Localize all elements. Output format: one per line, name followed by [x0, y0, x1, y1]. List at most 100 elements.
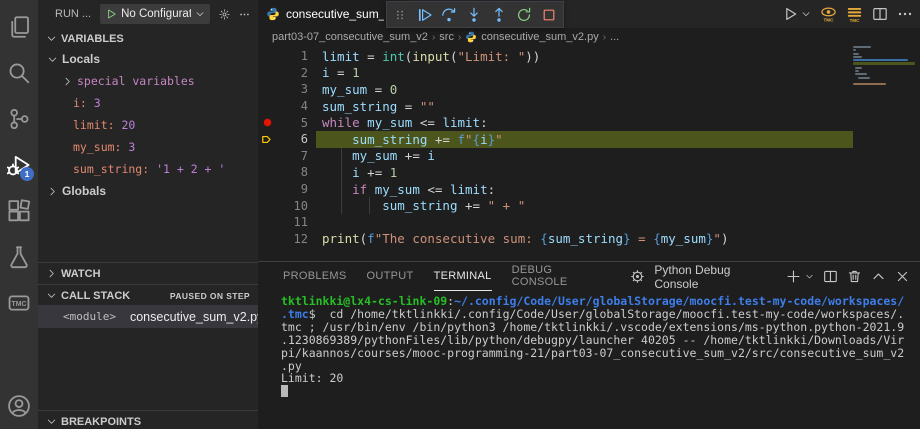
variables-section-header[interactable]: VARIABLES	[38, 28, 258, 49]
code-line-12[interactable]: 12print(f"The consecutive sum: {sum_stri…	[258, 231, 853, 248]
breadcrumb-item[interactable]: consecutive_sum_v2.py	[481, 31, 598, 43]
breakpoint-gutter[interactable]	[258, 131, 276, 148]
code-line-9[interactable]: 9 if my_sum <= limit:	[258, 181, 853, 198]
maximize-panel-icon[interactable]	[871, 269, 886, 284]
variables-scope-globals[interactable]: Globals	[38, 180, 258, 202]
activity-source-control-icon[interactable]	[0, 96, 38, 142]
code-line-6[interactable]: 6 sum_string += f"{i}"	[258, 131, 853, 148]
minimap-line	[858, 77, 870, 79]
panel-tab-terminal[interactable]: TERMINAL	[434, 262, 492, 291]
run-python-file-icon[interactable]	[782, 6, 798, 22]
variable-limit[interactable]: limit: 20	[38, 114, 258, 136]
watch-section-header[interactable]: WATCH	[38, 262, 258, 284]
code-editor[interactable]: 1limit = int(input("Limit: "))2i = 13my_…	[258, 48, 853, 262]
panel-tab-output[interactable]: OUTPUT	[367, 262, 414, 291]
minimap-line	[855, 70, 859, 72]
restart-button[interactable]	[516, 7, 532, 23]
call-stack-frame[interactable]: <module> consecutive_sum_v2.py	[38, 305, 258, 328]
breadcrumb-item[interactable]: part03-07_consecutive_sum_v2	[272, 31, 428, 43]
minimap-line	[853, 49, 856, 51]
breadcrumb-separator: ›	[432, 32, 435, 43]
tmc-menu-icon[interactable]: TMC	[846, 6, 863, 23]
variables-header-label: VARIABLES	[61, 33, 124, 45]
breakpoint-gutter[interactable]	[258, 98, 276, 115]
breadcrumb-item[interactable]: src	[439, 31, 454, 43]
settings-gear-icon[interactable]	[219, 7, 230, 22]
activity-tmc-icon[interactable]: TMC	[0, 280, 38, 326]
run-dropdown-chevron-icon[interactable]	[801, 9, 811, 19]
terminal-line: pi/kaannos/courses/mooc-programming-21/p…	[281, 347, 918, 360]
panel-tab-problems[interactable]: PROBLEMS	[283, 262, 347, 291]
panel-tab-debug-console[interactable]: DEBUG CONSOLE	[512, 262, 611, 291]
breakpoint-gutter[interactable]	[258, 231, 276, 248]
frame-file: consecutive_sum_v2.py	[130, 310, 263, 324]
activity-testing-icon[interactable]	[0, 234, 38, 280]
code-line-2[interactable]: 2i = 1	[258, 65, 853, 82]
split-terminal-icon[interactable]	[823, 269, 838, 284]
tmc-show-exercise-icon[interactable]: TMC	[820, 6, 837, 23]
chevron-down-icon	[46, 290, 57, 301]
variable-sum_string[interactable]: sum_string: '1 + 2 + '	[38, 158, 258, 180]
code-line-3[interactable]: 3my_sum = 0	[258, 81, 853, 98]
minimap[interactable]	[849, 46, 920, 262]
debug-toolbar	[386, 1, 564, 28]
run-debug-sidebar: RUN ... No Configurations VARIABLES Loca…	[38, 0, 258, 429]
debug-config-label: No Configurations	[121, 8, 191, 20]
variables-scope-locals[interactable]: Locals	[38, 48, 258, 70]
breakpoint-gutter[interactable]	[258, 197, 276, 214]
code-line-7[interactable]: 7 my_sum += i	[258, 148, 853, 165]
step-over-button[interactable]	[441, 7, 457, 23]
code-line-8[interactable]: 8 i += 1	[258, 164, 853, 181]
toolbar-drag-grip[interactable]	[393, 8, 407, 22]
debug-count-badge: 1	[20, 167, 34, 181]
breadcrumb: part03-07_consecutive_sum_v2 › src › consecu…	[258, 28, 920, 46]
code-line-10[interactable]: 10 sum_string += " + "	[258, 197, 853, 214]
variables-special-group[interactable]: special variables	[38, 70, 258, 92]
close-panel-icon[interactable]	[895, 269, 910, 284]
stop-button[interactable]	[541, 7, 557, 23]
activity-explorer-icon[interactable]	[0, 4, 38, 50]
bottom-panel: PROBLEMS OUTPUT TERMINAL DEBUG CONSOLE Pyth…	[258, 261, 920, 429]
step-out-button[interactable]	[491, 7, 507, 23]
vscode-window: 1 TMC RUN ... No Configurations VARIABLES…	[0, 0, 920, 429]
kill-terminal-icon[interactable]	[847, 269, 862, 284]
variable-my_sum[interactable]: my_sum: 3	[38, 136, 258, 158]
breakpoint-gutter[interactable]	[258, 65, 276, 82]
terminal-output[interactable]: tktlinkki@lx4-cs-link-09:~/.config/Code/…	[281, 295, 918, 429]
code-line-11[interactable]: 11	[258, 214, 853, 231]
activity-extensions-icon[interactable]	[0, 188, 38, 234]
continue-button[interactable]	[416, 7, 432, 23]
debug-config-dropdown[interactable]: No Configurations	[100, 4, 210, 24]
start-debug-icon	[105, 8, 117, 20]
breakpoint-gutter[interactable]	[258, 164, 276, 181]
step-into-button[interactable]	[466, 7, 482, 23]
activity-account-icon[interactable]	[0, 383, 38, 429]
breakpoint-gutter[interactable]	[258, 81, 276, 98]
breadcrumb-item[interactable]: ...	[610, 31, 619, 43]
minimap-line	[853, 59, 908, 61]
more-actions-icon[interactable]	[239, 7, 250, 22]
breakpoint-gutter[interactable]	[258, 114, 276, 131]
breakpoints-section-header[interactable]: BREAKPOINTS	[38, 410, 258, 429]
breakpoint-gutter[interactable]	[258, 148, 276, 165]
variable-i[interactable]: i: 3	[38, 92, 258, 114]
chevron-down-icon	[46, 33, 57, 44]
activity-run-and-debug-icon[interactable]: 1	[0, 142, 38, 188]
terminal-instance-label[interactable]: Python Debug Console	[654, 263, 777, 291]
more-editor-actions-icon[interactable]	[897, 6, 913, 22]
split-editor-icon[interactable]	[872, 6, 888, 22]
activity-search-icon[interactable]	[0, 50, 38, 96]
call-stack-section-header[interactable]: CALL STACK PAUSED ON STEP	[38, 284, 258, 306]
tab-consecutive-sum-v2[interactable]: consecutive_sum_v2.py	[258, 0, 406, 28]
breakpoint-gutter[interactable]	[258, 181, 276, 198]
breadcrumb-separator: ›	[603, 32, 606, 43]
breakpoint-gutter[interactable]	[258, 214, 276, 231]
code-line-5[interactable]: 5while my_sum <= limit:	[258, 114, 853, 131]
current-statement-arrow-icon	[261, 133, 274, 146]
breakpoint-gutter[interactable]	[258, 48, 276, 65]
terminal-dropdown-chevron-icon[interactable]	[805, 272, 814, 281]
code-line-1[interactable]: 1limit = int(input("Limit: "))	[258, 48, 853, 65]
code-line-4[interactable]: 4sum_string = ""	[258, 98, 853, 115]
python-file-icon	[465, 31, 477, 43]
new-terminal-icon[interactable]	[786, 269, 801, 284]
